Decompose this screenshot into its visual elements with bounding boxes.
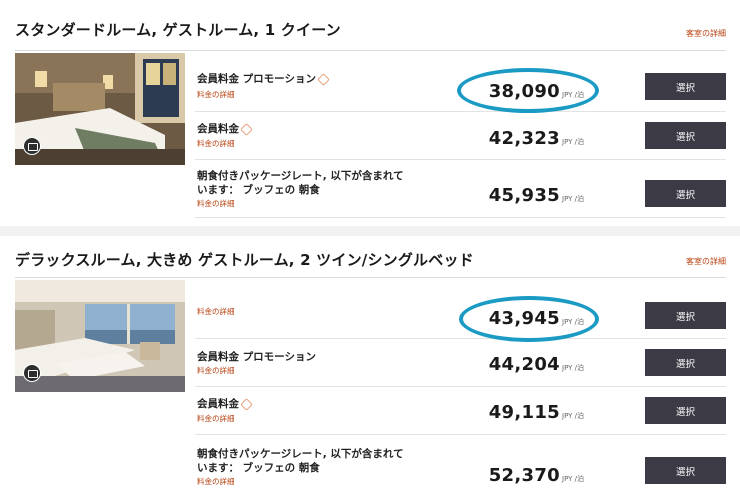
price-value: 38,090 <box>488 81 560 102</box>
select-button[interactable]: 選択 <box>645 349 726 376</box>
price-unit: JPY /泊 <box>562 412 584 420</box>
rate-name: 会員料金 プロモーション <box>197 351 316 363</box>
rate-details-link[interactable]: 料金の詳細 <box>197 138 235 149</box>
section-gap <box>0 226 740 236</box>
rate-name-text: 会員料金 <box>197 398 239 410</box>
price: 45,935 JPY /泊 <box>489 185 584 206</box>
room-title: スタンダードルーム, ゲストルーム, 1 クイーン <box>15 21 341 39</box>
room-details-link[interactable]: 客室の詳細 <box>686 256 726 267</box>
select-button[interactable]: 選択 <box>645 122 726 149</box>
rate-name-line: います： ブッフェの 朝食 <box>197 184 320 196</box>
price-value: 44,204 <box>488 354 560 375</box>
rate-name-text: 会員料金 プロモーション <box>197 73 316 85</box>
gallery-icon[interactable] <box>23 364 41 382</box>
price-unit: JPY /泊 <box>562 364 584 372</box>
rate-details-link[interactable]: 料金の詳細 <box>197 306 235 317</box>
rate-name: 会員料金 <box>197 397 253 411</box>
rate-name-text: 会員料金 <box>197 123 239 135</box>
divider <box>15 50 726 51</box>
price-unit: JPY /泊 <box>562 138 584 146</box>
rate-details-link[interactable]: 料金の詳細 <box>197 476 235 487</box>
rate-name: 会員料金 プロモーション <box>197 72 330 86</box>
rate-details-link[interactable]: 料金の詳細 <box>197 89 235 100</box>
rate-details-link[interactable]: 料金の詳細 <box>197 365 235 376</box>
gallery-icon[interactable] <box>23 137 41 155</box>
promo-tag-icon <box>317 72 330 86</box>
price-unit: JPY /泊 <box>562 475 584 483</box>
rate-name-line: います： ブッフェの 朝食 <box>197 462 320 474</box>
price-value: 43,945 <box>488 308 560 329</box>
rate-name-line: 朝食付きパッケージレート, 以下が含まれて <box>197 448 404 460</box>
room-card-deluxe: デラックスルーム, 大きめ ゲストルーム, 2 ツイン/シングルベッド 客室の詳… <box>0 236 740 503</box>
price-value: 42,323 <box>488 128 560 149</box>
divider <box>15 277 726 278</box>
room-details-link[interactable]: 客室の詳細 <box>686 28 726 39</box>
price-unit: JPY /泊 <box>562 318 584 326</box>
rate-row: 会員料金 プロモーション 料金の詳細 38,090 JPY /泊 選択 <box>195 53 726 112</box>
select-button[interactable]: 選択 <box>645 397 726 424</box>
rate-name: 朝食付きパッケージレート, 以下が含まれて います： ブッフェの 朝食 <box>197 169 404 197</box>
rate-row: 会員料金 プロモーション 料金の詳細 44,204 JPY /泊 選択 <box>195 339 726 387</box>
rate-row: 朝食付きパッケージレート, 以下が含まれて います： ブッフェの 朝食 料金の詳… <box>195 160 726 218</box>
select-button[interactable]: 選択 <box>645 73 726 100</box>
select-button[interactable]: 選択 <box>645 457 726 484</box>
price: 43,945 JPY /泊 <box>489 308 584 329</box>
rate-details-link[interactable]: 料金の詳細 <box>197 198 235 209</box>
rate-name: 朝食付きパッケージレート, 以下が含まれて います： ブッフェの 朝食 <box>197 447 404 475</box>
price-value: 45,935 <box>488 185 560 206</box>
select-button[interactable]: 選択 <box>645 302 726 329</box>
price: 52,370 JPY /泊 <box>489 465 584 486</box>
rate-row: 朝食付きパッケージレート, 以下が含まれて います： ブッフェの 朝食 料金の詳… <box>195 435 726 497</box>
room-photo[interactable] <box>15 280 185 392</box>
price-unit: JPY /泊 <box>562 195 584 203</box>
room-photo[interactable] <box>15 53 185 165</box>
price: 42,323 JPY /泊 <box>489 128 584 149</box>
price-value: 49,115 <box>488 402 560 423</box>
promo-tag-icon <box>240 397 253 411</box>
promo-tag-icon <box>240 122 253 136</box>
rate-details-link[interactable]: 料金の詳細 <box>197 413 235 424</box>
room-title: デラックスルーム, 大きめ ゲストルーム, 2 ツイン/シングルベッド <box>15 251 474 269</box>
rate-name-line: 朝食付きパッケージレート, 以下が含まれて <box>197 170 404 182</box>
price-value: 52,370 <box>488 465 560 486</box>
price: 49,115 JPY /泊 <box>489 402 584 423</box>
rate-row: 会員料金 料金の詳細 42,323 JPY /泊 選択 <box>195 112 726 160</box>
price: 44,204 JPY /泊 <box>489 354 584 375</box>
price-unit: JPY /泊 <box>562 91 584 99</box>
price: 38,090 JPY /泊 <box>489 81 584 102</box>
rate-name: 会員料金 <box>197 122 253 136</box>
room-card-standard: スタンダードルーム, ゲストルーム, 1 クイーン 客室の詳細 会員料金 プロモ… <box>0 0 740 226</box>
rate-row: 料金の詳細 43,945 JPY /泊 選択 <box>195 280 726 339</box>
select-button[interactable]: 選択 <box>645 180 726 207</box>
rate-row: 会員料金 料金の詳細 49,115 JPY /泊 選択 <box>195 387 726 435</box>
